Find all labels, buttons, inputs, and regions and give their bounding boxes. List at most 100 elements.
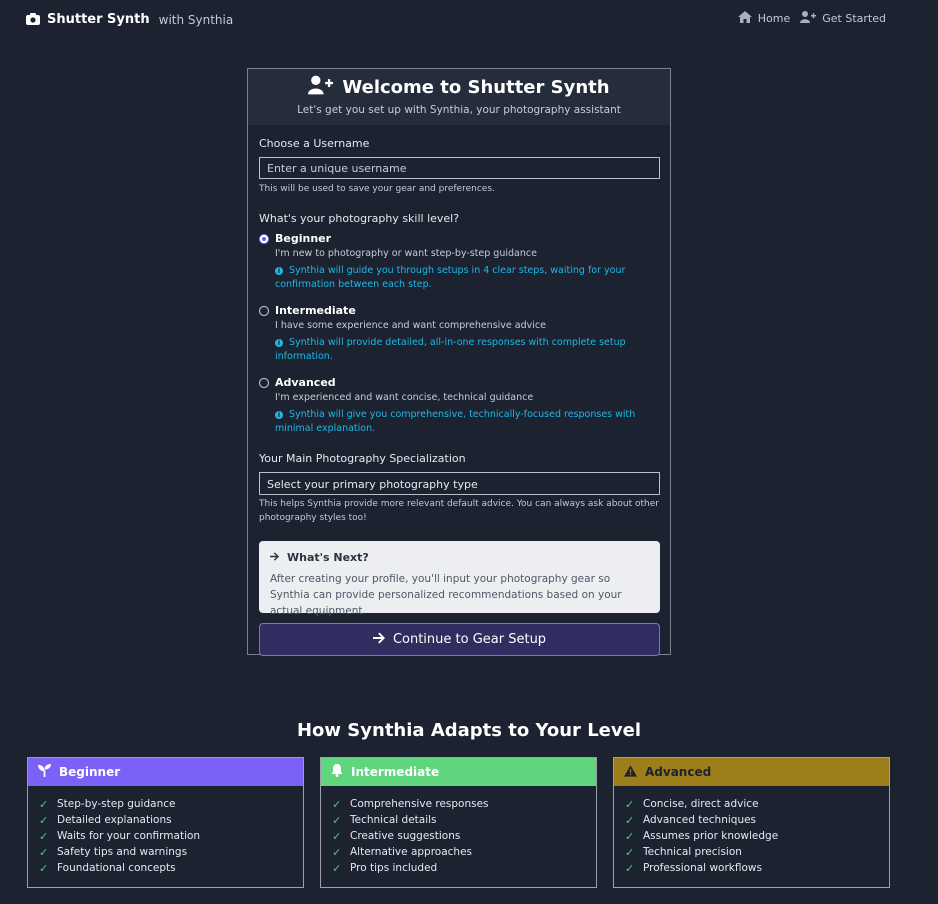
arrow-right-icon: [372, 631, 385, 648]
bell-icon: [331, 764, 343, 780]
user-plus-icon: [800, 11, 817, 26]
nav-get-started-link[interactable]: Get Started: [800, 11, 886, 26]
card-title-text: Welcome to Shutter Synth: [342, 77, 610, 98]
list-item: ✓ Advanced techniques: [625, 813, 757, 827]
user-plus-icon: [308, 75, 334, 100]
section-title: How Synthia Adapts to Your Level: [296, 720, 641, 741]
card-body: Choose a Username This will be used to s…: [248, 137, 670, 656]
username-help: This will be used to save your gear and …: [259, 184, 495, 194]
advanced-radio[interactable]: [259, 378, 269, 388]
advanced-title: Advanced: [275, 376, 336, 389]
check-icon: ✓: [332, 797, 342, 811]
level-list-beginner: ✓ Step-by-step guidance ✓ Detailed explana…: [28, 786, 303, 876]
beginner-title: Beginner: [275, 232, 332, 245]
list-item: ✓ Foundational concepts: [39, 861, 176, 875]
camera-icon: [26, 10, 40, 29]
info-icon: i: [275, 339, 283, 347]
arrow-right-icon: [270, 551, 279, 564]
list-item: ✓ Comprehensive responses: [332, 797, 489, 811]
intermediate-info: i Synthia will provide detailed, all-in-o…: [275, 336, 659, 364]
whats-next-title-text: What's Next?: [287, 551, 369, 564]
brand-name: Shutter Synth: [47, 12, 150, 27]
whats-next-box: What's Next? After creating your profile…: [259, 541, 660, 617]
specialization-label: Your Main Photography Specialization: [259, 452, 466, 465]
home-icon: [737, 11, 752, 26]
beginner-info: i Synthia will guide you through setups i…: [275, 264, 659, 292]
check-icon: ✓: [625, 845, 635, 859]
specialization-select[interactable]: Select your primary photography type: [259, 472, 660, 495]
level-head-beginner: Beginner: [28, 758, 303, 786]
signup-card: Welcome to Shutter Synth Let's get you s…: [247, 68, 671, 656]
list-item: ✓ Pro tips included: [332, 861, 438, 875]
username-label: Choose a Username: [259, 137, 370, 150]
check-icon: ✓: [332, 845, 342, 859]
advanced-info-text: Synthia will give you comprehensive, tec…: [275, 409, 636, 434]
check-icon: ✓: [625, 861, 635, 875]
card-title: Welcome to Shutter Synth: [248, 75, 670, 100]
warning-icon: [624, 764, 637, 780]
level-name-beginner: Beginner: [59, 765, 121, 779]
level-name-intermediate: Intermediate: [351, 765, 440, 779]
skill-option-advanced[interactable]: Advanced I'm experienced and want concis…: [259, 376, 659, 436]
intermediate-radio[interactable]: [259, 306, 269, 316]
info-icon: i: [275, 411, 283, 419]
check-icon: ✓: [625, 829, 635, 843]
skill-option-beginner[interactable]: Beginner I'm new to photography or want …: [259, 232, 659, 292]
check-icon: ✓: [39, 829, 49, 843]
level-card-advanced: Advanced ✓ Concise, direct advice ✓ Advanc…: [613, 757, 890, 888]
continue-button-label: Continue to Gear Setup: [392, 632, 547, 647]
check-icon: ✓: [39, 845, 49, 859]
nav-get-started-label: Get Started: [822, 12, 886, 25]
level-list-advanced: ✓ Concise, direct advice ✓ Advanced techni…: [614, 786, 889, 876]
card-subtitle: Let's get you set up with Synthia, your …: [297, 104, 621, 116]
specialization-help: This helps Synthia provide more relevant…: [259, 499, 659, 523]
check-icon: ✓: [625, 813, 635, 827]
beginner-desc: I'm new to photography or want step-by-s…: [275, 248, 537, 259]
skill-label: What's your photography skill level?: [259, 212, 460, 225]
intermediate-info-text: Synthia will provide detailed, all-in-on…: [275, 337, 626, 362]
list-item: ✓ Step-by-step guidance: [39, 797, 176, 811]
nav-home-link[interactable]: Home: [737, 11, 791, 26]
card-header: Welcome to Shutter Synth Let's get you s…: [248, 69, 670, 125]
level-head-intermediate: Intermediate: [321, 758, 596, 786]
list-item: ✓ Creative suggestions: [332, 829, 461, 843]
check-icon: ✓: [625, 797, 635, 811]
brand[interactable]: Shutter Synth with Synthia: [26, 10, 233, 29]
seedling-icon: [38, 764, 51, 780]
username-input[interactable]: [259, 157, 660, 179]
level-list-intermediate: ✓ Comprehensive responses ✓ Technical deta…: [321, 786, 596, 876]
level-card-beginner: Beginner ✓ Step-by-step guidance ✓ Detaile…: [27, 757, 304, 888]
whats-next-text: After creating your profile, you'll inpu…: [270, 573, 622, 617]
nav-home-label: Home: [757, 12, 791, 25]
list-item: ✓ Concise, direct advice: [625, 797, 759, 811]
check-icon: ✓: [39, 861, 49, 875]
skill-option-intermediate[interactable]: Intermediate I have some experience and …: [259, 304, 659, 364]
advanced-desc: I'm experienced and want concise, techni…: [275, 392, 534, 403]
advanced-info: i Synthia will give you comprehensive, te…: [275, 408, 659, 436]
brand-subtitle: with Synthia: [158, 12, 234, 27]
beginner-radio[interactable]: [259, 234, 269, 244]
intermediate-title: Intermediate: [275, 304, 356, 317]
list-item: ✓ Detailed explanations: [39, 813, 172, 827]
list-item: ✓ Technical details: [332, 813, 437, 827]
nav-links: Home Get Started: [737, 11, 886, 26]
navbar: Shutter Synth with Synthia Home Get Star…: [0, 0, 938, 36]
whats-next-title: What's Next?: [270, 551, 649, 564]
check-icon: ✓: [332, 829, 342, 843]
list-item: ✓ Safety tips and warnings: [39, 845, 188, 859]
check-icon: ✓: [39, 813, 49, 827]
beginner-info-text: Synthia will guide you through setups in…: [275, 265, 626, 290]
level-card-intermediate: Intermediate ✓ Comprehensive responses ✓ T…: [320, 757, 597, 888]
list-item: ✓ Alternative approaches: [332, 845, 473, 859]
list-item: ✓ Professional workflows: [625, 861, 762, 875]
level-name-advanced: Advanced: [645, 765, 712, 779]
check-icon: ✓: [332, 861, 342, 875]
continue-button[interactable]: Continue to Gear Setup: [259, 623, 660, 656]
list-item: ✓ Waits for your confirmation: [39, 829, 201, 843]
intermediate-desc: I have some experience and want comprehe…: [275, 320, 546, 331]
list-item: ✓ Technical precision: [625, 845, 742, 859]
list-item: ✓ Assumes prior knowledge: [625, 829, 779, 843]
check-icon: ✓: [39, 797, 49, 811]
info-icon: i: [275, 267, 283, 275]
check-icon: ✓: [332, 813, 342, 827]
